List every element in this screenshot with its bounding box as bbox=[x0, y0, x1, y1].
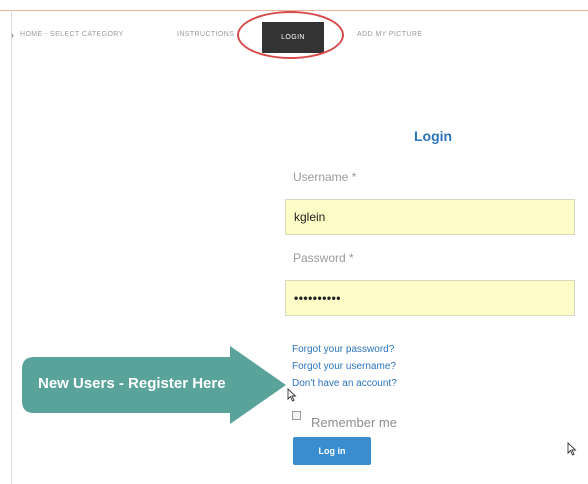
login-button[interactable]: Log in bbox=[293, 437, 371, 465]
remember-me-row: Remember me bbox=[292, 408, 412, 432]
chevron-right-icon: › bbox=[11, 30, 14, 40]
remember-me-label: Remember me bbox=[311, 415, 397, 430]
frame-left-border bbox=[11, 10, 12, 484]
nav-item-home[interactable]: HOME - SELECT CATEGORY bbox=[20, 31, 124, 38]
nav-item-add-picture[interactable]: ADD MY PICTURE bbox=[357, 31, 422, 38]
register-link[interactable]: Don't have an account? bbox=[292, 378, 397, 389]
forgot-password-link[interactable]: Forgot your password? bbox=[292, 344, 394, 355]
remember-me-checkbox[interactable] bbox=[292, 411, 301, 420]
mouse-pointer-icon bbox=[287, 388, 297, 402]
username-label: Username * bbox=[293, 170, 357, 184]
mouse-pointer-icon bbox=[567, 442, 577, 456]
password-field[interactable]: •••••••••• bbox=[285, 280, 575, 316]
nav-item-instructions[interactable]: INSTRUCTIONS bbox=[177, 31, 234, 38]
password-value: •••••••••• bbox=[294, 291, 342, 305]
forgot-username-link[interactable]: Forgot your username? bbox=[292, 361, 396, 372]
password-label: Password * bbox=[293, 251, 354, 265]
username-value: kglein bbox=[294, 210, 326, 224]
username-field[interactable]: kglein bbox=[285, 199, 575, 235]
page-title: Login bbox=[414, 128, 453, 144]
register-callout-text: New Users - Register Here bbox=[38, 375, 226, 392]
login-highlight-circle bbox=[237, 11, 344, 59]
